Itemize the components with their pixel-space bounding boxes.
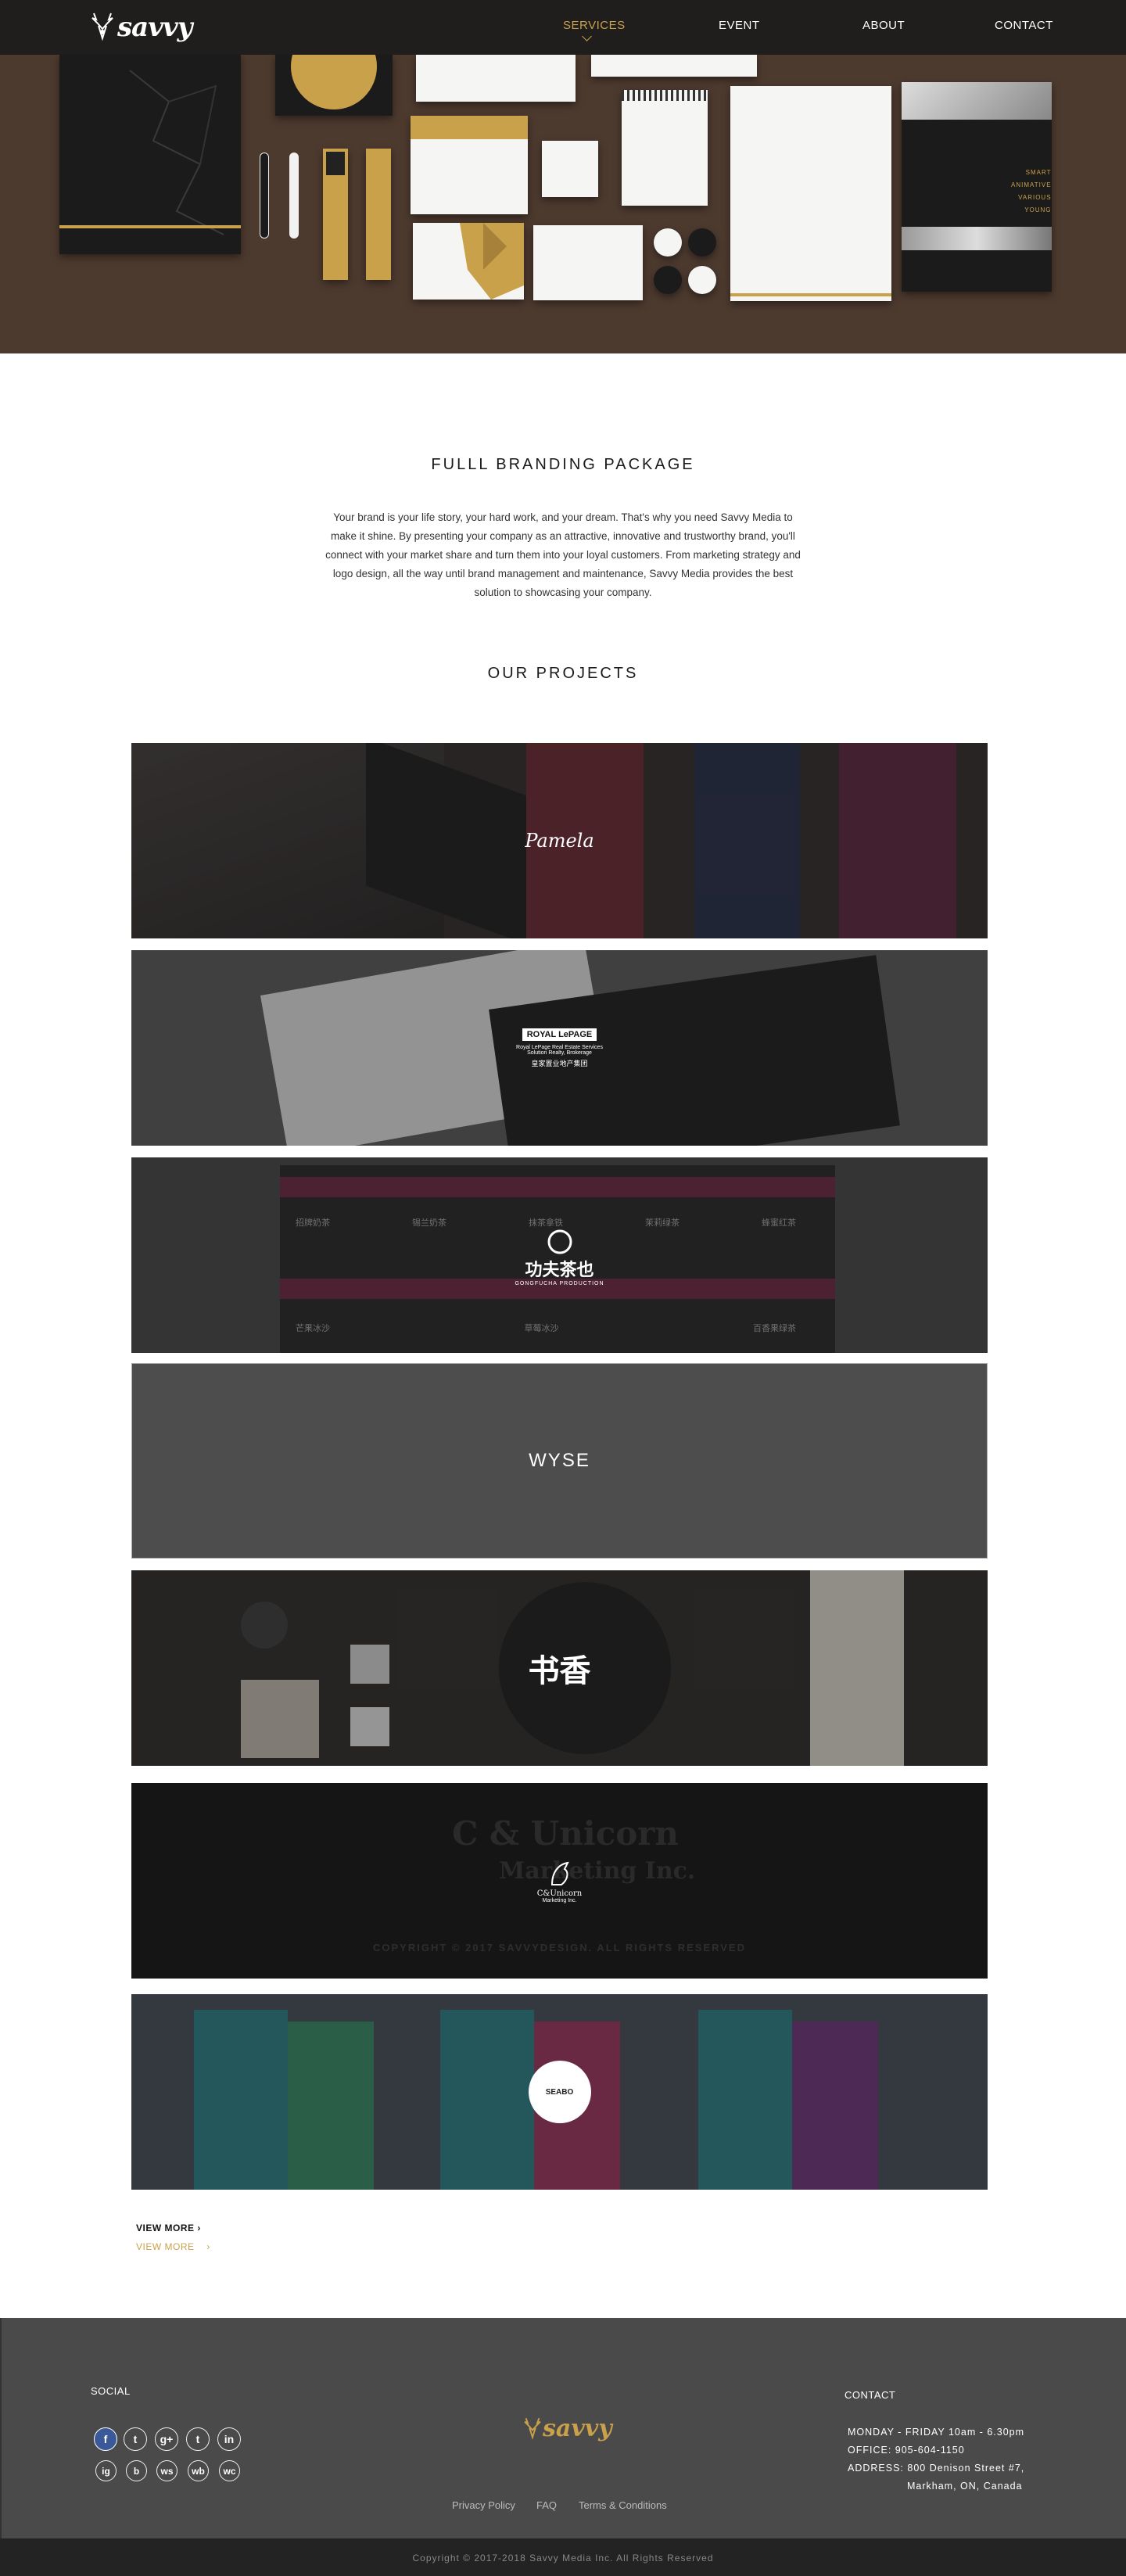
main-nav: SERVICES EVENT ABOUT CONTACT [0,0,1126,55]
deer-logo-icon [524,2417,541,2440]
geometric-pattern-icon [460,223,524,300]
large-envelope-mockup [730,86,891,301]
google-plus-icon[interactable]: g+ [155,2427,178,2451]
weibo-icon[interactable]: wb [188,2460,209,2481]
black-folder-mockup [59,55,241,254]
pen-mockup [260,152,269,239]
project-card-gongfucha[interactable]: 招牌奶茶 锡兰奶茶 抹茶拿铁 茉莉绿茶 蜂蜜红茶 芒果冰沙 草莓冰沙 百香果绿茶… [131,1157,988,1353]
teacup-logo-icon [547,1229,572,1254]
contact-hours: MONDAY - FRIDAY 10am - 6.30pm [848,2427,1025,2438]
section-title-projects: OUR PROJECTS [487,665,639,682]
project-logo-seabo: SEABO [528,2061,591,2123]
facebook-icon[interactable]: f [94,2427,117,2451]
letterhead-mockup [591,55,757,77]
usb-mockup [323,149,348,280]
project-card-shuxiang[interactable]: 书香 [131,1570,988,1766]
wechat-icon[interactable]: wc [219,2460,240,2481]
blogger-icon[interactable]: b [126,2460,147,2481]
terms-link[interactable]: Terms & Conditions [579,2499,667,2511]
project-card-royal-lepage[interactable]: ROYAL LePAGE Royal LePage Real Estate Se… [131,950,988,1146]
project-logo-c-unicorn: C&Unicorn [536,1889,583,1898]
cd-mockup [275,55,393,116]
project-card-pamela[interactable]: Pamela [131,743,988,938]
nav-event[interactable]: EVENT [719,19,760,32]
postcard-mockup [413,223,524,300]
nav-contact[interactable]: CONTACT [995,19,1053,32]
chevron-down-icon [582,31,592,41]
envelope-back-mockup [533,225,643,300]
badge-mockup [654,266,682,294]
project-logo-wyse: WYSE [529,1450,590,1471]
pen-mockup [289,152,299,239]
bookmark-mockup [366,149,391,280]
chevron-right-icon: › [197,2223,201,2233]
card-mockup [542,141,598,197]
linkedin-icon[interactable]: in [217,2427,241,2451]
wechat-share-icon[interactable]: ws [156,2460,178,2481]
view-more-link[interactable]: VIEW MORE › [136,2223,201,2233]
top-navbar: savvy SERVICES EVENT ABOUT CONTACT [0,0,1126,55]
project-logo-royal-lepage: ROYAL LePAGE [522,1028,597,1041]
project-card-c-unicorn[interactable]: C & Unicorn Marketing Inc. COPYRIGHT © 2… [131,1783,988,1979]
project-logo-pamela: Pamela [525,830,594,852]
unicorn-logo-icon [550,1861,569,1885]
chevron-right-icon: › [206,2241,210,2252]
contact-address-line2: Markham, ON, Canada [907,2481,1023,2492]
privacy-policy-link[interactable]: Privacy Policy [452,2499,515,2511]
copyright-text: Copyright © 2017-2018 Savvy Media Inc. A… [412,2553,714,2563]
project-card-wyse[interactable]: WYSE [131,1363,988,1559]
project-logo-gongfucha: 功夫茶也 [525,1259,594,1279]
footer-logo[interactable]: savvy [522,2415,612,2442]
envelope-mockup [411,116,528,214]
badge-mockup [654,228,682,257]
hero-banner: SMART ANIMATIVE VARIOUS YOUNG [0,55,1126,353]
badge-mockup [688,266,716,294]
geometric-pattern-icon [129,70,224,235]
twitter-icon[interactable]: t [124,2427,147,2451]
view-more-link-hover[interactable]: VIEW MORE › [136,2241,210,2252]
letterhead-mockup [416,55,576,102]
nav-about[interactable]: ABOUT [862,19,905,32]
faq-link[interactable]: FAQ [536,2499,557,2511]
badge-mockup [688,228,716,257]
project-logo-shuxiang: 书香 [528,1654,591,1688]
contact-heading: CONTACT [844,2389,896,2401]
project-card-seabo[interactable]: SEABO [131,1994,988,2190]
intro-paragraph: Your brand is your life story, your hard… [325,511,801,598]
brochure-mockup: SMART ANIMATIVE VARIOUS YOUNG [902,82,1052,292]
notepad-mockup [622,90,708,206]
social-heading: SOCIAL [91,2385,131,2397]
contact-office: OFFICE: 905-604-1150 [848,2445,965,2456]
instagram-icon[interactable]: ig [95,2460,117,2481]
section-title-branding: FULLL BRANDING PACKAGE [431,456,695,473]
contact-address-line1: ADDRESS: 800 Denison Street #7, [848,2463,1025,2474]
nav-services[interactable]: SERVICES [563,19,626,32]
tumblr-icon[interactable]: t [186,2427,210,2451]
